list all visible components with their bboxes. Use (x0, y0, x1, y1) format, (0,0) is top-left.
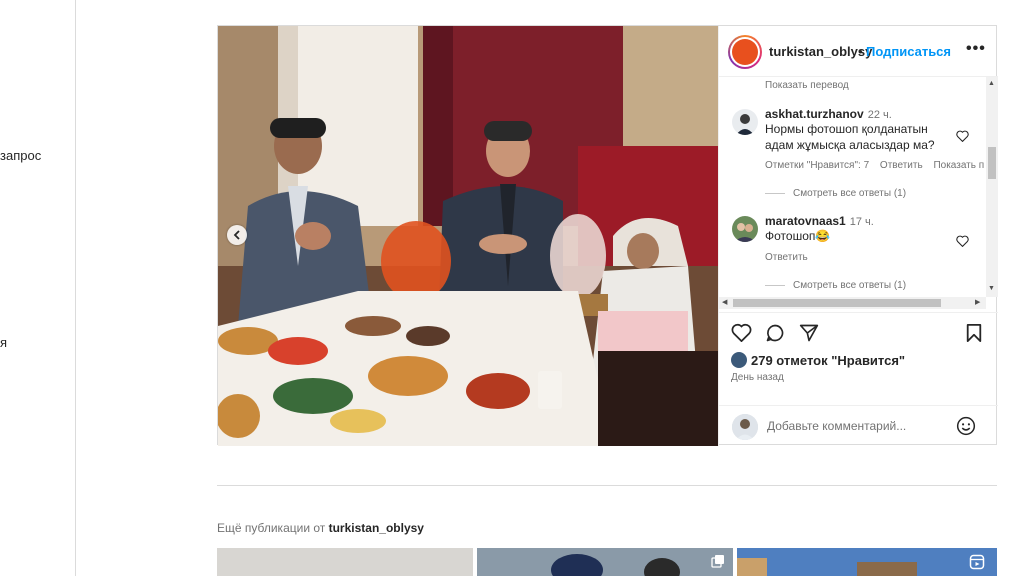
view-replies-text[interactable]: Смотреть все ответы (1) (793, 280, 906, 291)
follow-button[interactable]: Подписаться (866, 44, 951, 59)
view-replies-link[interactable]: Смотреть все ответы (1) (765, 188, 906, 199)
more-post-thumbnail[interactable] (737, 548, 997, 576)
account-username[interactable]: turkistan_oblysy (769, 44, 872, 59)
post-actions: 279 отметок "Нравится" День назад (719, 312, 998, 446)
scroll-down-arrow-icon[interactable]: ▼ (988, 285, 995, 292)
more-post-thumbnail[interactable] (217, 548, 473, 576)
liker-avatar (731, 352, 747, 368)
chevron-left-icon (233, 230, 240, 240)
more-posts-grid (217, 548, 997, 576)
post-header: turkistan_oblysy • Подписаться ••• (719, 26, 998, 77)
replies-divider (765, 284, 785, 286)
comment-time: 22 ч. (867, 109, 892, 121)
more-options-icon[interactable]: ••• (966, 40, 986, 58)
comment-bubble-icon[interactable] (765, 323, 785, 343)
sidebar: запрос я (0, 0, 76, 576)
commenter-avatar[interactable] (732, 109, 758, 135)
more-post-thumbnail-image (737, 548, 997, 576)
likes-count[interactable]: 279 отметок "Нравится" (751, 353, 905, 368)
comment-time: 17 ч. (849, 216, 874, 228)
comments-list[interactable]: Показать перевод askhat.turzhanov 22 ч. Н… (719, 77, 998, 312)
carousel-prev-button[interactable] (227, 225, 247, 245)
post-time: День назад (731, 372, 784, 383)
comment-like-heart-icon[interactable] (956, 235, 969, 247)
comment-translate-button[interactable]: Показать п (933, 160, 984, 171)
comment-username-text[interactable]: askhat.turzhanov (765, 107, 864, 121)
more-post-thumbnail[interactable] (477, 548, 733, 576)
bookmark-save-icon[interactable] (965, 323, 983, 343)
add-comment-bar (719, 405, 998, 447)
like-heart-icon[interactable] (731, 323, 752, 342)
multiple-photos-icon (711, 555, 724, 568)
scroll-right-arrow-icon[interactable]: ▶ (975, 298, 980, 306)
post-side-panel: turkistan_oblysy • Подписаться ••• Показ… (718, 26, 998, 446)
more-post-thumbnail-image (477, 548, 733, 576)
comments-horizontal-scrollbar[interactable]: ◀ ▶ (719, 297, 986, 309)
reels-icon (969, 554, 985, 570)
section-divider (217, 485, 997, 486)
comment-text: Нормы фотошоп қолданатын адам жұмысқа ал… (765, 122, 935, 152)
share-send-icon[interactable] (799, 323, 819, 343)
current-user-avatar-image (732, 414, 758, 440)
likes-summary[interactable]: 279 отметок "Нравится" (731, 352, 905, 368)
post-card: turkistan_oblysy • Подписаться ••• Показ… (217, 25, 998, 446)
commenter-avatar-image (732, 109, 758, 135)
comment-likes-count[interactable]: Отметки "Нравится": 7 (765, 160, 869, 171)
commenter-avatar-image (732, 216, 758, 242)
comment-text: Фотошоп😂 (765, 229, 831, 243)
more-posts-heading: Ещё публикации от turkistan_oblysy (217, 521, 424, 535)
post-photo[interactable] (218, 26, 718, 446)
comment-like-heart-icon[interactable] (956, 130, 969, 142)
sidebar-item-profile[interactable]: я (0, 335, 7, 350)
replies-divider (765, 192, 785, 194)
view-replies-link[interactable]: Смотреть все ответы (1) (765, 280, 906, 291)
scrollbar-thumb[interactable] (988, 147, 996, 179)
comment-username[interactable]: maratovnaas1 17 ч. (765, 214, 874, 228)
commenter-avatar[interactable] (732, 216, 758, 242)
comment-reply-button[interactable]: Ответить (880, 160, 923, 171)
sidebar-item-request[interactable]: запрос (0, 148, 41, 163)
scroll-up-arrow-icon[interactable]: ▲ (988, 80, 995, 87)
account-avatar[interactable] (728, 35, 762, 69)
separator-dot: • (858, 44, 863, 59)
scroll-left-arrow-icon[interactable]: ◀ (722, 298, 727, 306)
comments-vertical-scrollbar[interactable]: ▲ ▼ (986, 77, 998, 297)
current-user-avatar (732, 414, 758, 440)
scrollbar-thumb[interactable] (733, 299, 941, 307)
view-replies-text[interactable]: Смотреть все ответы (1) (793, 188, 906, 199)
comment-username[interactable]: askhat.turzhanov 22 ч. (765, 107, 892, 121)
comment-meta: Отметки "Нравится": 7 Ответить Показать … (765, 160, 992, 171)
comment-reply-button[interactable]: Ответить (765, 252, 808, 263)
account-logo-icon (732, 39, 758, 65)
post-photo-image (218, 26, 718, 446)
more-posts-prefix: Ещё публикации от (217, 521, 326, 535)
instagram-post-page: запрос я turkistan_oblysy • Подписаться … (0, 0, 1024, 576)
show-translation-link[interactable]: Показать перевод (765, 80, 849, 91)
add-comment-input[interactable] (767, 419, 947, 433)
emoji-picker-icon[interactable] (956, 416, 976, 436)
comment-username-text[interactable]: maratovnaas1 (765, 214, 846, 228)
comment-meta: Ответить (765, 252, 816, 263)
more-posts-username[interactable]: turkistan_oblysy (329, 521, 424, 535)
